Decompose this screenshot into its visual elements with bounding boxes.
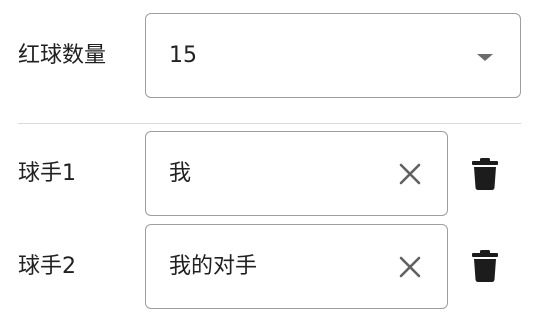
close-icon[interactable] <box>397 254 423 280</box>
red-ball-count-label: 红球数量 <box>18 43 107 68</box>
trash-icon[interactable] <box>471 250 499 282</box>
section-divider <box>18 123 521 124</box>
game-settings-form: 红球数量 15 球手1 我 球手2 我的对手 <box>0 0 541 321</box>
close-icon[interactable] <box>397 161 423 187</box>
player-1-input[interactable]: 我 <box>145 131 448 216</box>
player-1-label: 球手1 <box>18 161 76 186</box>
player-2-value: 我的对手 <box>169 254 258 279</box>
player-2-input[interactable]: 我的对手 <box>145 224 448 309</box>
player-1-value: 我 <box>169 161 192 186</box>
player-2-label: 球手2 <box>18 254 76 279</box>
red-ball-count-select[interactable]: 15 <box>145 13 521 98</box>
chevron-down-icon[interactable] <box>477 54 493 61</box>
trash-icon[interactable] <box>471 158 499 190</box>
red-ball-count-value: 15 <box>169 43 197 68</box>
